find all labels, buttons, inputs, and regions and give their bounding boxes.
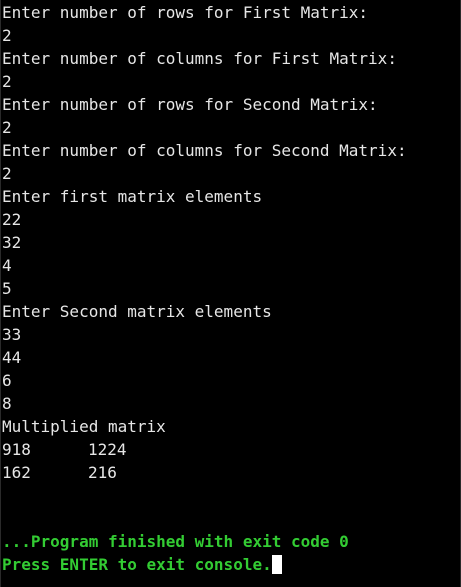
console-output[interactable]: Enter number of rows for First Matrix: 2… <box>0 0 461 587</box>
console-line: 2 <box>2 72 12 91</box>
result-matrix-cell: 216 <box>88 463 117 482</box>
console-line: Enter first matrix elements <box>2 187 263 206</box>
console-line: 6 <box>2 371 12 390</box>
console-line: 2 <box>2 26 12 45</box>
console-line: 33 <box>2 325 22 344</box>
console-line: Enter number of rows for Second Matrix: <box>2 95 378 114</box>
console-line: Enter number of rows for First Matrix: <box>2 3 369 22</box>
console-line: 4 <box>2 256 12 275</box>
console-line: 2 <box>2 164 12 183</box>
console-line: 32 <box>2 233 22 252</box>
exit-prompt-line[interactable]: Press ENTER to exit console. <box>2 553 460 576</box>
console-line: 2 <box>2 118 12 137</box>
result-matrix-cell: 162 <box>2 463 31 482</box>
console-line: 44 <box>2 348 22 367</box>
console-line: Enter Second matrix elements <box>2 302 272 321</box>
exit-prompt-text: Press ENTER to exit console. <box>2 555 272 574</box>
blank-space <box>2 484 460 530</box>
console-line: Enter number of columns for First Matrix… <box>2 49 397 68</box>
result-matrix-row: 918 1224 <box>2 438 460 461</box>
console-line: Enter number of columns for Second Matri… <box>2 141 407 160</box>
console-line: 22 <box>2 210 22 229</box>
result-matrix-row: 162 216 <box>2 461 460 484</box>
exit-status-message: ...Program finished with exit code 0 <box>2 532 349 551</box>
console-line: Multiplied matrix <box>2 417 166 436</box>
console-line: 5 <box>2 279 12 298</box>
result-matrix-cell: 918 <box>2 440 31 459</box>
text-cursor <box>271 555 282 574</box>
console-line: 8 <box>2 394 12 413</box>
result-matrix-cell: 1224 <box>88 440 127 459</box>
